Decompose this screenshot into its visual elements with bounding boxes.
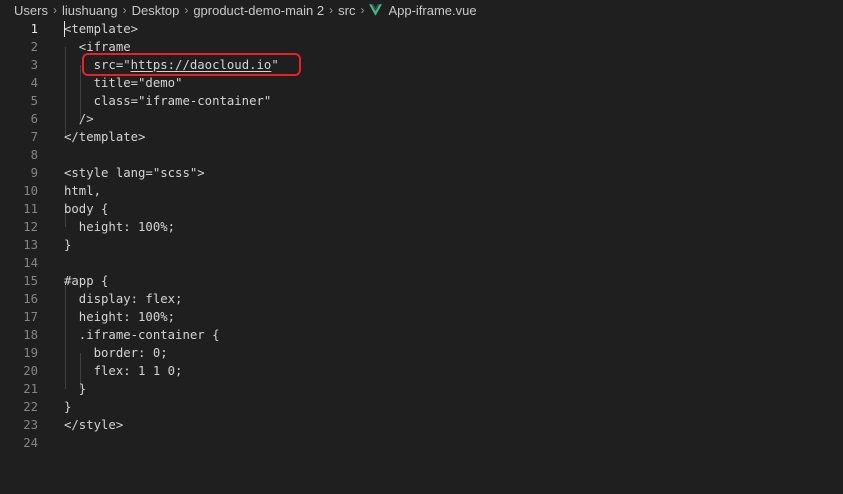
code-line[interactable]: 12 height: 100%;	[0, 218, 843, 236]
code-text: </template>	[64, 130, 146, 144]
line-number: 17	[23, 310, 38, 324]
code-line[interactable]: 10 html,	[0, 182, 843, 200]
breadcrumb-users[interactable]: Users	[14, 3, 48, 18]
code-line[interactable]: 24	[0, 434, 843, 452]
code-line[interactable]: 15 #app {	[0, 272, 843, 290]
line-number: 20	[23, 364, 38, 378]
code-line[interactable]: 14	[0, 254, 843, 272]
line-number: 8	[30, 148, 38, 162]
breadcrumb-project-folder[interactable]: gproduct-demo-main 2	[193, 3, 324, 18]
line-number: 18	[23, 328, 38, 342]
breadcrumb-liushuang[interactable]: liushuang	[62, 3, 118, 18]
code-editor[interactable]: 1 <template> 2 <iframe 3 src="https://daocl…	[0, 20, 843, 494]
highlight-box	[82, 53, 301, 76]
code-line[interactable]: 4 title="demo"	[0, 74, 843, 92]
code-text: }	[64, 238, 72, 252]
code-line[interactable]: 19 border: 0;	[0, 344, 843, 362]
chevron-right-icon: ›	[184, 3, 189, 17]
breadcrumb-file[interactable]: App-iframe.vue	[369, 2, 477, 18]
vue-icon	[369, 4, 383, 16]
line-number: 6	[30, 112, 38, 126]
code-text: flex: 1 1 0;	[64, 364, 183, 378]
code-line[interactable]: 18 .iframe-container {	[0, 326, 843, 344]
code-text: <style lang="scss">	[64, 166, 205, 180]
breadcrumb-src[interactable]: src	[338, 3, 355, 18]
code-line[interactable]: 23 </style>	[0, 416, 843, 434]
line-number: 14	[23, 256, 38, 270]
code-text: html,	[64, 184, 102, 198]
line-number: 7	[30, 130, 38, 144]
code-text: border: 0;	[64, 346, 168, 360]
line-number: 9	[30, 166, 38, 180]
code-line[interactable]: 22}	[0, 398, 843, 416]
text-cursor	[64, 21, 65, 37]
line-number: 2	[30, 40, 38, 54]
code-text: height: 100%;	[64, 310, 176, 324]
line-number: 13	[23, 238, 38, 252]
code-line[interactable]: 20 flex: 1 1 0;	[0, 362, 843, 380]
code-line[interactable]: 9 <style lang="scss">	[0, 164, 843, 182]
line-number: 22	[23, 400, 38, 414]
line-number: 24	[23, 436, 38, 450]
code-text: height: 100%;	[64, 220, 176, 234]
breadcrumb-desktop[interactable]: Desktop	[132, 3, 180, 18]
line-number: 12	[23, 220, 38, 234]
line-number: 15	[23, 274, 38, 288]
code-line[interactable]: 16 display: flex;	[0, 290, 843, 308]
code-line[interactable]: 6 />	[0, 110, 843, 128]
code-line[interactable]: 7 </template>	[0, 128, 843, 146]
chevron-right-icon: ›	[360, 3, 365, 17]
line-number: 19	[23, 346, 38, 360]
breadcrumb-file-label: App-iframe.vue	[388, 2, 477, 18]
line-number: 1	[30, 22, 38, 36]
code-line[interactable]: 8	[0, 146, 843, 164]
line-number: 21	[23, 382, 38, 396]
code-text: />	[64, 112, 94, 126]
chevron-right-icon: ›	[329, 3, 334, 17]
line-number: 10	[23, 184, 38, 198]
code-text: }	[64, 400, 72, 414]
code-line[interactable]: 13}	[0, 236, 843, 254]
code-line[interactable]: 21 }	[0, 380, 843, 398]
code-text: .iframe-container {	[64, 328, 220, 342]
code-text: class="iframe-container"	[64, 94, 272, 108]
line-number: 4	[30, 76, 38, 90]
code-line[interactable]: 1 <template>	[0, 20, 843, 38]
code-text: title="demo"	[64, 76, 183, 90]
line-number: 23	[23, 418, 38, 432]
code-text: display: flex;	[64, 292, 183, 306]
code-line[interactable]: 17 height: 100%;	[0, 308, 843, 326]
code-text: #app {	[64, 274, 109, 288]
code-text: body {	[64, 202, 109, 216]
line-number: 11	[23, 202, 38, 216]
code-text: <template>	[64, 22, 139, 36]
line-number: 16	[23, 292, 38, 306]
code-text: }	[64, 382, 87, 396]
chevron-right-icon: ›	[122, 3, 127, 17]
code-line[interactable]: 11 body {	[0, 200, 843, 218]
code-line[interactable]: 5 class="iframe-container"	[0, 92, 843, 110]
line-number: 5	[30, 94, 38, 108]
chevron-right-icon: ›	[52, 3, 57, 17]
line-number: 3	[30, 58, 38, 72]
code-text: </style>	[64, 418, 124, 432]
breadcrumb: Users › liushuang › Desktop › gproduct-d…	[0, 0, 843, 20]
